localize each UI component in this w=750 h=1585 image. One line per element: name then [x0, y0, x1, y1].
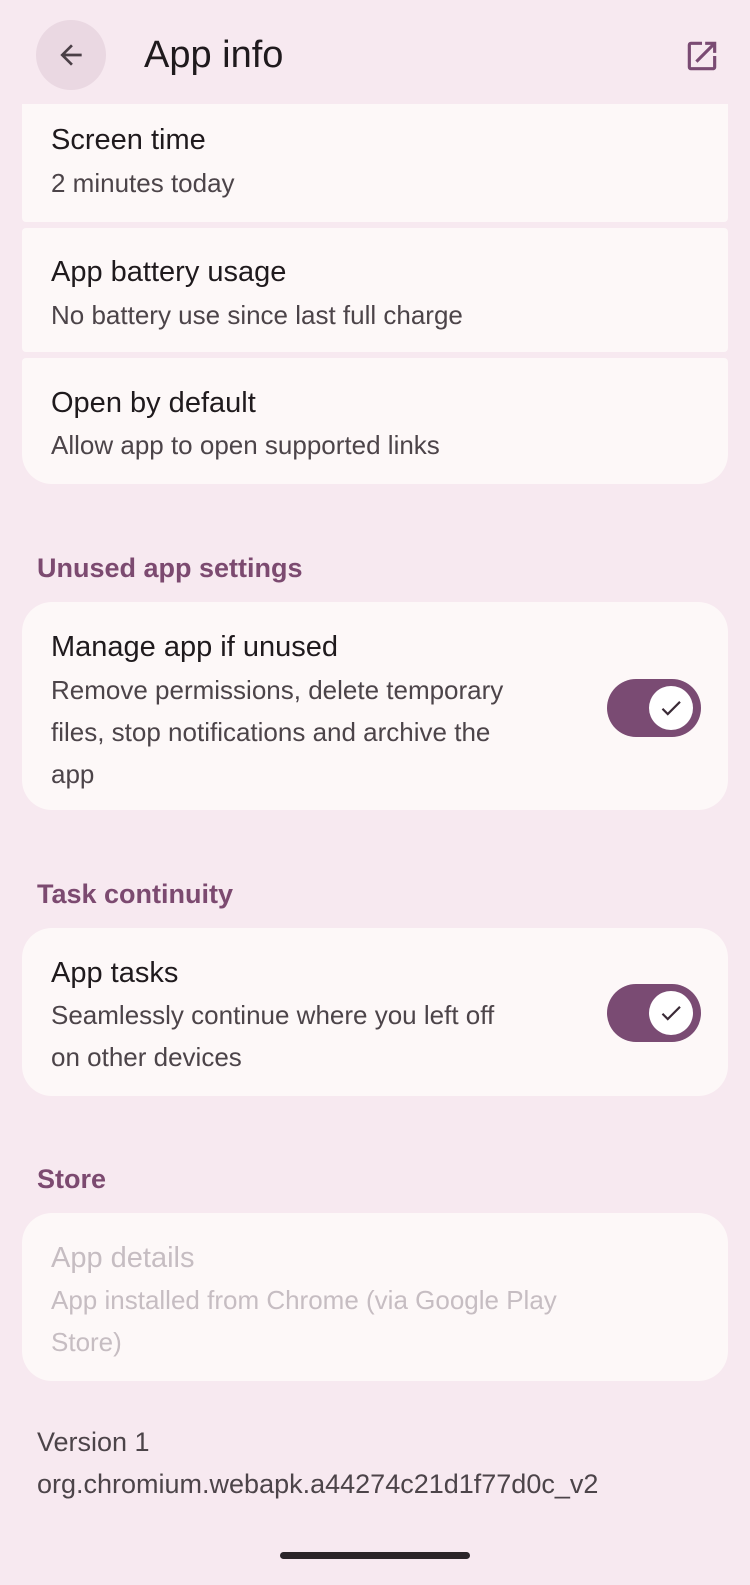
open-default-title: Open by default [51, 387, 256, 419]
open-by-default-item[interactable]: Open by default Allow app to open suppor… [22, 358, 728, 484]
app-tasks-toggle[interactable] [607, 984, 701, 1042]
arrow-back-icon [60, 44, 82, 66]
app-details-subtitle-line: App installed from Chrome (via Google Pl… [51, 1285, 557, 1315]
manage-unused-subtitle-line: files, stop notifications and archive th… [51, 717, 491, 747]
app-battery-usage-item[interactable]: App battery usage No battery use since l… [22, 228, 728, 352]
version-text: Version 1 [37, 1427, 150, 1457]
app-details-title: App details [51, 1242, 195, 1274]
app-details-subtitle-line: Store) [51, 1327, 122, 1357]
app-tasks-title: App tasks [51, 957, 179, 989]
back-button[interactable] [36, 20, 106, 90]
toggle-thumb [649, 991, 693, 1035]
screen-time-item[interactable]: Screen time 2 minutes today [22, 104, 728, 222]
package-name-text: org.chromium.webapk.a44274c21d1f77d0c_v2 [37, 1469, 599, 1499]
screen-time-subtitle: 2 minutes today [51, 168, 235, 198]
battery-title: App battery usage [51, 256, 287, 288]
home-indicator[interactable] [280, 1552, 470, 1559]
toggle-thumb [649, 686, 693, 730]
section-header-unused: Unused app settings [37, 553, 303, 583]
section-header-store: Store [37, 1164, 107, 1194]
open-in-new-button[interactable] [682, 36, 722, 76]
check-icon [661, 1006, 681, 1021]
manage-unused-subtitle-line: app [51, 759, 95, 789]
app-details-item: App details App installed from Chrome (v… [22, 1213, 728, 1381]
top-app-bar: App info [0, 0, 750, 110]
app-tasks-subtitle-line: on other devices [51, 1042, 242, 1072]
section-header-task-continuity: Task continuity [37, 879, 234, 909]
manage-unused-title: Manage app if unused [51, 631, 338, 663]
battery-subtitle: No battery use since last full charge [51, 300, 463, 330]
screen-time-title: Screen time [51, 124, 206, 156]
app-tasks-subtitle-line: Seamlessly continue where you left off [51, 1000, 495, 1030]
open-in-new-icon [687, 41, 717, 71]
open-default-subtitle: Allow app to open supported links [51, 430, 440, 460]
check-icon [661, 701, 681, 716]
page-title: App info [144, 34, 284, 76]
manage-unused-toggle[interactable] [607, 679, 701, 737]
manage-unused-subtitle-line: Remove permissions, delete temporary [51, 675, 504, 705]
